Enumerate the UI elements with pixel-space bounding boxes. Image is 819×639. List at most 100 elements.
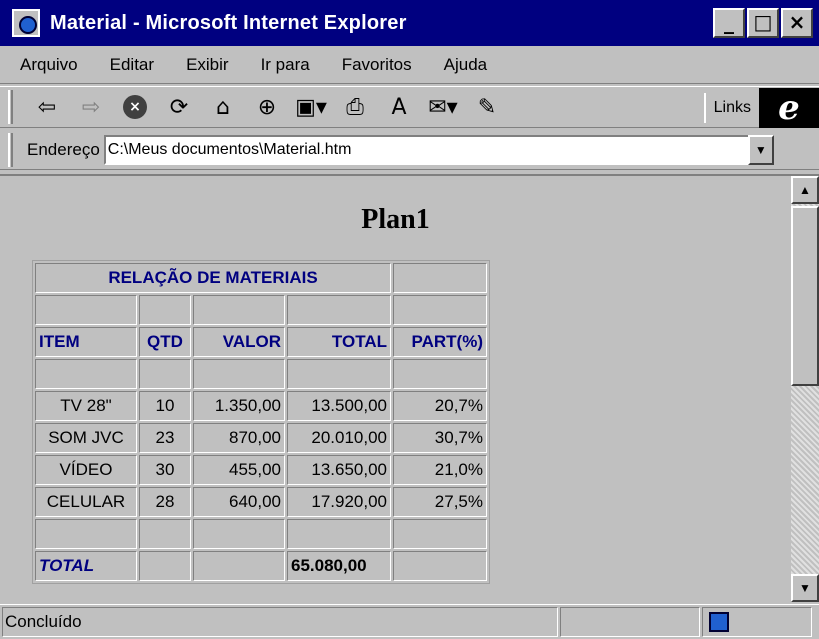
status-text: Concluído — [2, 607, 558, 637]
qtd-cell: 30 — [139, 455, 191, 485]
font-icon[interactable]: A — [377, 90, 421, 124]
menu-arquivo[interactable]: Arquivo — [20, 55, 78, 75]
ie-logo-icon: e — [759, 88, 819, 128]
menu-exibir[interactable]: Exibir — [186, 55, 229, 75]
valor-cell: 870,00 — [193, 423, 285, 453]
table-cell — [393, 263, 487, 293]
total-cell: 13.500,00 — [287, 391, 391, 421]
address-dropdown-button[interactable]: ▼ — [747, 134, 774, 165]
table-cell — [287, 359, 391, 389]
table-row: TV 28" 10 1.350,00 13.500,00 20,7% — [35, 391, 487, 421]
grand-total-value: 65.080,00 — [287, 551, 391, 581]
address-bar: Endereço C:\Meus documentos\Material.htm… — [0, 130, 819, 170]
table-cell — [139, 519, 191, 549]
table-total-row: TOTAL 65.080,00 — [35, 551, 487, 581]
menu-ajuda[interactable]: Ajuda — [444, 55, 487, 75]
links-button[interactable]: Links — [703, 93, 759, 123]
mail-icon[interactable]: ✉▾ — [421, 90, 465, 124]
window-controls: _ □ × — [713, 8, 813, 38]
maximize-button[interactable]: □ — [747, 8, 779, 38]
refresh-icon[interactable]: ⟳ — [157, 90, 201, 124]
table-caption: RELAÇÃO DE MATERIAIS — [35, 263, 391, 293]
table-cell — [393, 551, 487, 581]
table-row — [35, 519, 487, 549]
item-cell: SOM JVC — [35, 423, 137, 453]
table-cell — [193, 519, 285, 549]
table-cell — [139, 551, 191, 581]
toolbar: ⇦ ⇨ × ⟳ ⌂ ⊕ ▣▾ ⎙ A ✉▾ ✎ Links e — [0, 86, 819, 128]
item-cell: TV 28" — [35, 391, 137, 421]
valor-cell: 640,00 — [193, 487, 285, 517]
table-cell — [139, 359, 191, 389]
table-cell — [139, 295, 191, 325]
menu-favoritos[interactable]: Favoritos — [342, 55, 412, 75]
table-cell — [287, 295, 391, 325]
item-cell: VÍDEO — [35, 455, 137, 485]
print-icon[interactable]: ⎙ — [333, 90, 377, 124]
table-cell — [193, 295, 285, 325]
menu-ir-para[interactable]: Ir para — [261, 55, 310, 75]
part-cell: 20,7% — [393, 391, 487, 421]
table-cell — [393, 295, 487, 325]
table-row: CELULAR 28 640,00 17.920,00 27,5% — [35, 487, 487, 517]
table-row — [35, 295, 487, 325]
valor-cell: 455,00 — [193, 455, 285, 485]
header-item: ITEM — [35, 327, 137, 357]
header-part: PART(%) — [393, 327, 487, 357]
table-cell — [35, 359, 137, 389]
address-input[interactable]: C:\Meus documentos\Material.htm ▼ — [103, 134, 774, 165]
menu-bar: Arquivo Editar Exibir Ir para Favoritos … — [0, 46, 819, 84]
total-cell: 20.010,00 — [287, 423, 391, 453]
links-area: Links e — [703, 87, 819, 129]
part-cell: 21,0% — [393, 455, 487, 485]
table-header-row: ITEM QTD VALOR TOTAL PART(%) — [35, 327, 487, 357]
forward-icon[interactable]: ⇨ — [69, 90, 113, 124]
address-grip[interactable] — [8, 132, 13, 167]
table-row: RELAÇÃO DE MATERIAIS — [35, 263, 487, 293]
address-value: C:\Meus documentos\Material.htm — [107, 140, 352, 158]
table-cell — [393, 519, 487, 549]
part-cell: 27,5% — [393, 487, 487, 517]
address-label: Endereço — [27, 139, 100, 159]
part-cell: 30,7% — [393, 423, 487, 453]
search-icon[interactable]: ⊕ — [245, 90, 289, 124]
ie-window-icon[interactable] — [12, 9, 40, 37]
toolbar-grip[interactable] — [8, 90, 13, 124]
stop-icon[interactable]: × — [113, 90, 157, 124]
close-button[interactable]: × — [781, 8, 813, 38]
header-qtd: QTD — [139, 327, 191, 357]
window-title: Material - Microsoft Internet Explorer — [50, 11, 407, 34]
edit-icon[interactable]: ✎ — [465, 90, 509, 124]
status-segment — [560, 607, 700, 637]
scroll-thumb[interactable] — [791, 206, 819, 386]
back-icon[interactable]: ⇦ — [25, 90, 69, 124]
home-icon[interactable]: ⌂ — [201, 90, 245, 124]
page-viewport: Plan1 RELAÇÃO DE MATERIAIS ITEM QTD VALO… — [0, 176, 791, 602]
total-label: TOTAL — [35, 551, 137, 581]
minimize-button[interactable]: _ — [713, 8, 745, 38]
favorites-icon[interactable]: ▣▾ — [289, 90, 333, 124]
content-area: Plan1 RELAÇÃO DE MATERIAIS ITEM QTD VALO… — [0, 174, 819, 602]
table-cell — [193, 551, 285, 581]
page-title: Plan1 — [361, 204, 430, 235]
status-zone — [702, 607, 812, 637]
table-cell — [287, 519, 391, 549]
menu-editar[interactable]: Editar — [110, 55, 154, 75]
zone-icon — [709, 612, 729, 632]
status-bar: Concluído — [0, 604, 819, 639]
table-row: VÍDEO 30 455,00 13.650,00 21,0% — [35, 455, 487, 485]
table-cell — [35, 519, 137, 549]
qtd-cell: 23 — [139, 423, 191, 453]
qtd-cell: 28 — [139, 487, 191, 517]
qtd-cell: 10 — [139, 391, 191, 421]
scroll-down-icon[interactable]: ▼ — [791, 574, 819, 602]
table-cell — [393, 359, 487, 389]
scroll-up-icon[interactable]: ▲ — [791, 176, 819, 204]
total-cell: 13.650,00 — [287, 455, 391, 485]
table-cell — [193, 359, 285, 389]
header-valor: VALOR — [193, 327, 285, 357]
table-cell — [35, 295, 137, 325]
vertical-scrollbar[interactable]: ▲ ▼ — [791, 176, 819, 602]
materials-table: RELAÇÃO DE MATERIAIS ITEM QTD VALOR TOTA… — [32, 260, 490, 584]
total-cell: 17.920,00 — [287, 487, 391, 517]
